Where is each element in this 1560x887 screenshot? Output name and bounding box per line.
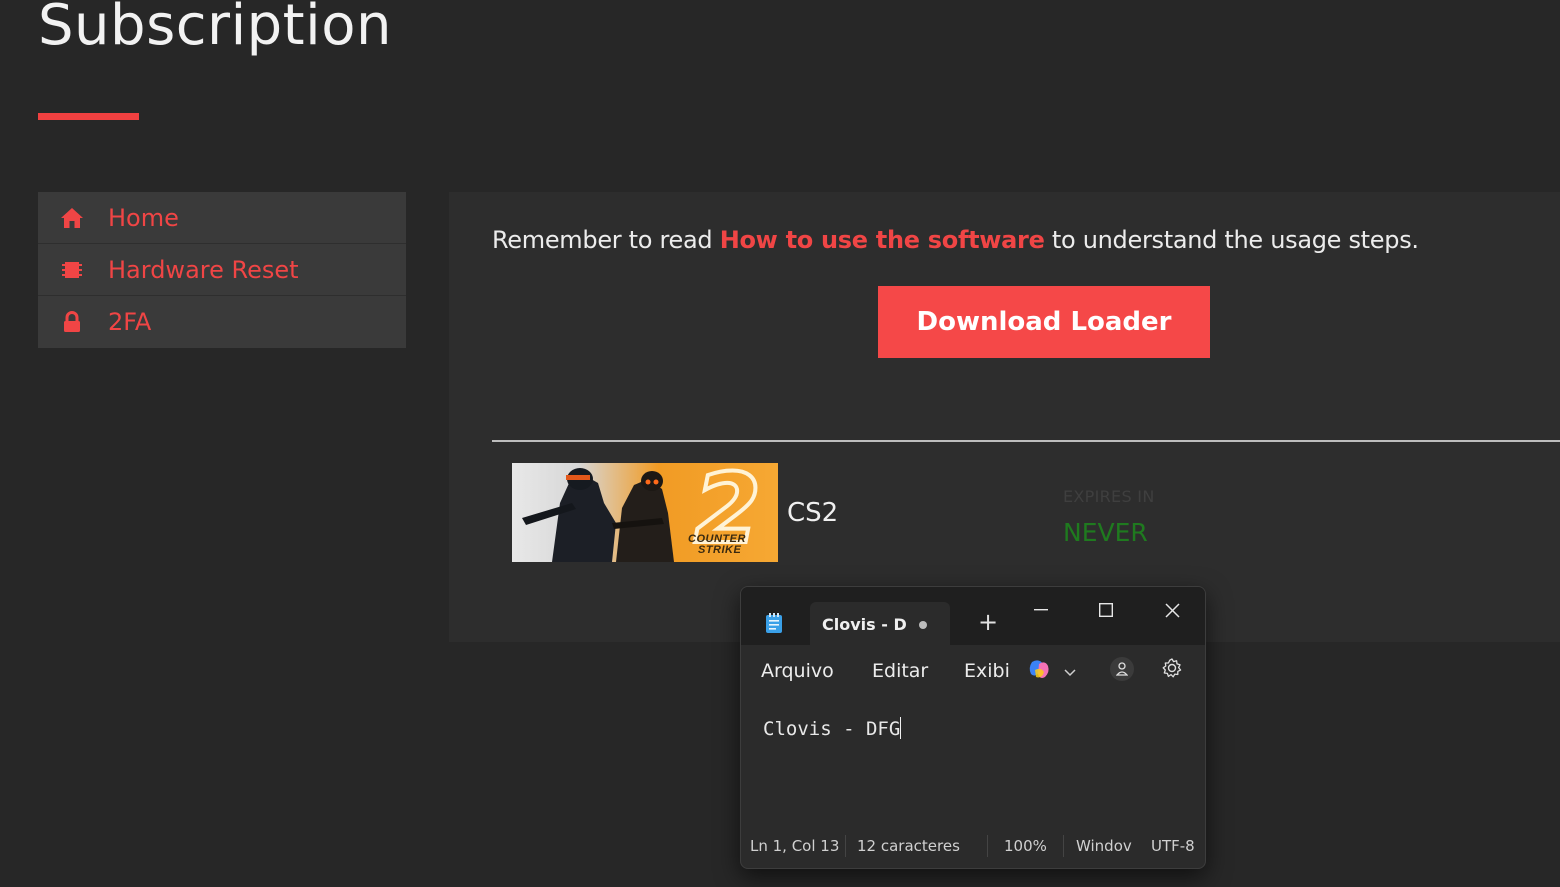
sidebar: Home Hardware Reset 2FA: [38, 192, 406, 348]
close-button[interactable]: [1152, 595, 1192, 625]
chip-icon: [60, 258, 84, 282]
minimize-button[interactable]: [1021, 595, 1061, 625]
status-separator: [1063, 835, 1064, 857]
chevron-down-icon[interactable]: [1064, 662, 1076, 681]
status-separator: [845, 835, 846, 857]
reminder-suffix: to understand the usage steps.: [1044, 226, 1419, 254]
game-name: CS2: [787, 498, 839, 528]
reminder-prefix: Remember to read: [492, 226, 720, 254]
menu-editar[interactable]: Editar: [872, 660, 928, 682]
copilot-icon[interactable]: [1027, 658, 1051, 686]
how-to-use-link[interactable]: How to use the software: [720, 226, 1045, 254]
notepad-text-area[interactable]: Clovis - DFG: [763, 717, 902, 740]
usage-reminder: Remember to read How to use the software…: [492, 226, 1419, 254]
account-icon[interactable]: [1110, 657, 1134, 681]
status-line-ending[interactable]: Windov: [1076, 837, 1134, 855]
notepad-tab[interactable]: Clovis - D: [810, 602, 950, 645]
status-zoom[interactable]: 100%: [1004, 837, 1047, 855]
notepad-tab-title: Clovis - D: [822, 615, 907, 634]
status-separator: [987, 835, 988, 857]
menu-arquivo[interactable]: Arquivo: [761, 660, 834, 682]
maximize-icon: [1099, 603, 1113, 617]
new-tab-button[interactable]: +: [977, 610, 999, 634]
status-position: Ln 1, Col 13: [750, 837, 840, 855]
title-underline: [38, 113, 139, 120]
menu-exibir[interactable]: Exibi: [964, 660, 1010, 682]
settings-gear-icon[interactable]: [1161, 657, 1183, 683]
notepad-app-icon: [765, 613, 783, 633]
text-caret: [900, 717, 902, 739]
minimize-icon: [1034, 609, 1048, 611]
sidebar-item-home[interactable]: Home: [38, 192, 406, 244]
sidebar-item-label: Home: [108, 203, 179, 232]
subscription-panel: Remember to read How to use the software…: [449, 192, 1560, 642]
notepad-titlebar[interactable]: Clovis - D +: [741, 587, 1205, 645]
page-title: Subscription: [38, 0, 392, 58]
lock-icon: [60, 310, 84, 334]
close-icon: [1164, 602, 1180, 618]
home-icon: [60, 206, 84, 230]
status-char-count: 12 caracteres: [857, 837, 960, 855]
notepad-statusbar: Ln 1, Col 13 12 caracteres 100% Windov U…: [741, 831, 1205, 861]
expires-label: EXPIRES IN: [1063, 487, 1155, 506]
maximize-button[interactable]: [1086, 595, 1126, 625]
sidebar-item-2fa[interactable]: 2FA: [38, 296, 406, 348]
unsaved-dot-icon: [919, 621, 927, 629]
status-encoding[interactable]: UTF-8: [1151, 837, 1195, 855]
cs2-logo-text-2: STRIKE: [698, 544, 742, 556]
sidebar-item-hardware-reset[interactable]: Hardware Reset: [38, 244, 406, 296]
notepad-content: Clovis - DFG: [763, 718, 901, 740]
notepad-window[interactable]: Clovis - D + Arquivo Editar Exibi Clovis…: [740, 586, 1206, 869]
divider: [492, 440, 1560, 442]
expires-value: NEVER: [1063, 518, 1148, 547]
sidebar-item-label: 2FA: [108, 308, 152, 336]
cs2-thumbnail: 2 COUNTER STRIKE: [512, 463, 778, 562]
download-loader-button[interactable]: Download Loader: [878, 286, 1210, 358]
sidebar-item-label: Hardware Reset: [108, 255, 299, 284]
notepad-menubar: Arquivo Editar Exibi: [741, 645, 1205, 697]
